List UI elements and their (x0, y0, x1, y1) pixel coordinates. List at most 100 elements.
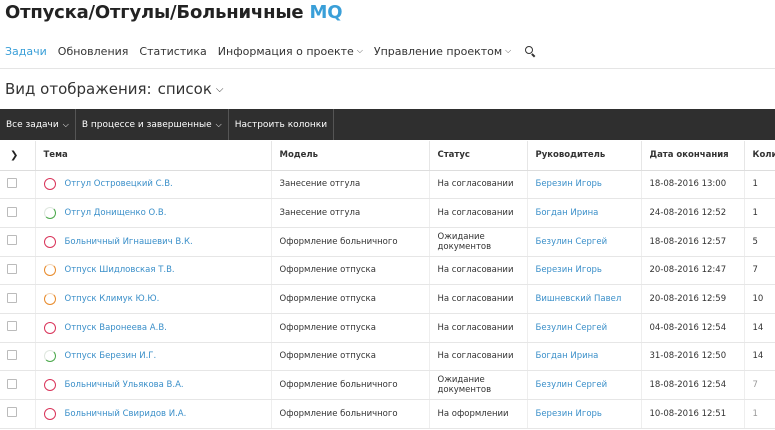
status-filter-button[interactable]: В процессе и завершенные ⌵ (76, 109, 229, 140)
row-manager-link[interactable]: Вишневский Павел (527, 284, 642, 314)
column-header-topic[interactable]: Тема (35, 141, 272, 171)
row-topic[interactable]: Больничный Свиридов И.А. (35, 399, 272, 429)
nav-item-label: Управление проектом (373, 44, 503, 58)
progress-ring-icon (43, 293, 56, 306)
row-checkbox[interactable] (7, 292, 17, 303)
row-status: На оформлении (429, 399, 528, 429)
chevron-down-icon: ⌵ (215, 119, 222, 129)
row-count: 7 (744, 370, 775, 400)
search-icon[interactable] (524, 45, 537, 58)
row-count: 14 (744, 313, 775, 343)
row-manager-link[interactable]: Безулин Сергей (527, 370, 642, 400)
row-count: 1 (744, 170, 775, 200)
row-topic-link[interactable]: Отгул Донищенко О.В. (65, 208, 167, 218)
row-model: Оформление отпуска (271, 256, 430, 286)
row-model: Оформление отпуска (271, 342, 430, 372)
row-manager-link[interactable]: Богдан Ирина (527, 198, 642, 228)
nav-item-project-management[interactable]: Управление проектом ⌵ (374, 45, 511, 58)
filter-toolbar: Все задачи ⌵ В процессе и завершенные ⌵ На… (0, 109, 775, 140)
table-row[interactable]: Отпуск Шидловская Т.В. Оформление отпуска… (0, 256, 775, 286)
header-divider (0, 68, 775, 69)
button-label: Настроить колонки (234, 119, 328, 130)
table-row[interactable]: Отгул Донищенко О.В. Занесение отгула На с… (0, 198, 775, 228)
row-topic[interactable]: Отпуск Варонеева А.В. (35, 313, 272, 343)
row-topic[interactable]: Отгул Донищенко О.В. (35, 198, 272, 228)
row-status: На согласовании (429, 284, 528, 314)
row-topic-link[interactable]: Отпуск Варонеева А.В. (65, 323, 167, 333)
row-checkbox[interactable] (7, 263, 17, 274)
row-topic-link[interactable]: Больничный Ульякова В.А. (65, 380, 184, 390)
progress-ring-icon (43, 379, 56, 392)
row-end-date: 04-08-2016 12:54 (641, 313, 745, 343)
row-manager-link[interactable]: Богдан Ирина (527, 342, 642, 372)
table-row[interactable]: Больничный Игнашевич В.К. Оформление боль… (0, 227, 775, 257)
row-topic[interactable]: Больничный Ульякова В.А. (35, 370, 272, 400)
progress-ring-icon (43, 235, 56, 248)
row-topic[interactable]: Отпуск Шидловская Т.В. (35, 256, 272, 286)
app-title: Отпуска/Отгулы/Больничные MQ (5, 2, 343, 23)
row-topic[interactable]: Больничный Игнашевич В.К. (35, 227, 272, 257)
column-header-count[interactable]: Коли (744, 141, 775, 171)
row-count: 1 (744, 198, 775, 228)
row-checkbox[interactable] (7, 321, 17, 332)
column-header-manager[interactable]: Руководитель (527, 141, 642, 171)
progress-ring-icon (43, 178, 56, 191)
row-model: Оформление больничного (271, 399, 430, 429)
nav-item-tasks[interactable]: Задачи (5, 45, 47, 58)
row-checkbox[interactable] (7, 206, 17, 217)
table-row[interactable]: Отпуск Климук Ю.Ю. Оформление отпуска На с… (0, 284, 775, 314)
row-checkbox-cell (0, 342, 36, 372)
view-mode-select[interactable]: список ⌵ (158, 80, 224, 98)
chevron-down-icon: ⌵ (62, 119, 69, 129)
row-topic-link[interactable]: Больничный Игнашевич В.К. (65, 237, 193, 247)
row-topic-link[interactable]: Отпуск Березин И.Г. (65, 351, 157, 361)
nav-item-project-info[interactable]: Информация о проекте ⌵ (218, 45, 363, 58)
table-row[interactable]: Больничный Свиридов И.А. Оформление больн… (0, 399, 775, 429)
column-header-status[interactable]: Статус (429, 141, 528, 171)
tasks-table: ❯ Тема Модель Статус Руководитель Дата о… (0, 141, 775, 429)
row-manager-link[interactable]: Безулин Сергей (527, 313, 642, 343)
button-label: Все задачи (6, 119, 59, 130)
row-checkbox[interactable] (7, 177, 17, 188)
row-manager-link[interactable]: Безулин Сергей (527, 227, 642, 257)
row-manager-link[interactable]: Березин Игорь (527, 256, 642, 286)
row-end-date: 18-08-2016 12:57 (641, 227, 745, 257)
table-row[interactable]: Больничный Ульякова В.А. Оформление больн… (0, 370, 775, 400)
progress-ring-icon (43, 264, 56, 277)
row-checkbox[interactable] (7, 407, 17, 418)
row-topic-link[interactable]: Отпуск Климук Ю.Ю. (65, 294, 160, 304)
column-header-end-date[interactable]: Дата окончания (641, 141, 745, 171)
table-row[interactable]: Отпуск Варонеева А.В. Оформление отпуска Н… (0, 313, 775, 343)
nav-item-updates[interactable]: Обновления (58, 45, 129, 58)
row-count: 1 (744, 399, 775, 429)
row-status: На согласовании (429, 198, 528, 228)
row-topic-link[interactable]: Больничный Свиридов И.А. (65, 409, 187, 419)
configure-columns-button[interactable]: Настроить колонки (229, 109, 335, 140)
nav-item-label: Статистика (139, 44, 207, 58)
select-all-toggle[interactable]: ❯ (0, 141, 36, 171)
row-checkbox[interactable] (7, 378, 17, 389)
row-manager-link[interactable]: Березин Игорь (527, 399, 642, 429)
row-end-date: 24-08-2016 12:52 (641, 198, 745, 228)
main-nav: Задачи Обновления Статистика Информация … (5, 42, 537, 60)
row-checkbox-cell (0, 256, 36, 286)
table-row[interactable]: Отгул Островецкий С.В. Занесение отгула На… (0, 170, 775, 200)
row-topic-link[interactable]: Отпуск Шидловская Т.В. (65, 265, 175, 275)
row-status: Ожидание документов (429, 370, 528, 400)
nav-item-statistics[interactable]: Статистика (139, 45, 206, 58)
row-topic[interactable]: Отпуск Климук Ю.Ю. (35, 284, 272, 314)
column-header-model[interactable]: Модель (271, 141, 430, 171)
row-count: 7 (744, 256, 775, 286)
row-topic[interactable]: Отпуск Березин И.Г. (35, 342, 272, 372)
row-end-date: 18-08-2016 13:00 (641, 170, 745, 200)
all-tasks-filter-button[interactable]: Все задачи ⌵ (0, 109, 76, 140)
row-checkbox[interactable] (7, 349, 17, 360)
row-checkbox-cell (0, 399, 36, 429)
row-topic[interactable]: Отгул Островецкий С.В. (35, 170, 272, 200)
table-row[interactable]: Отпуск Березин И.Г. Оформление отпуска На … (0, 342, 775, 372)
row-model: Занесение отгула (271, 170, 430, 200)
row-checkbox[interactable] (7, 235, 17, 246)
row-manager-link[interactable]: Березин Игорь (527, 170, 642, 200)
row-model: Оформление отпуска (271, 284, 430, 314)
row-topic-link[interactable]: Отгул Островецкий С.В. (65, 179, 173, 189)
